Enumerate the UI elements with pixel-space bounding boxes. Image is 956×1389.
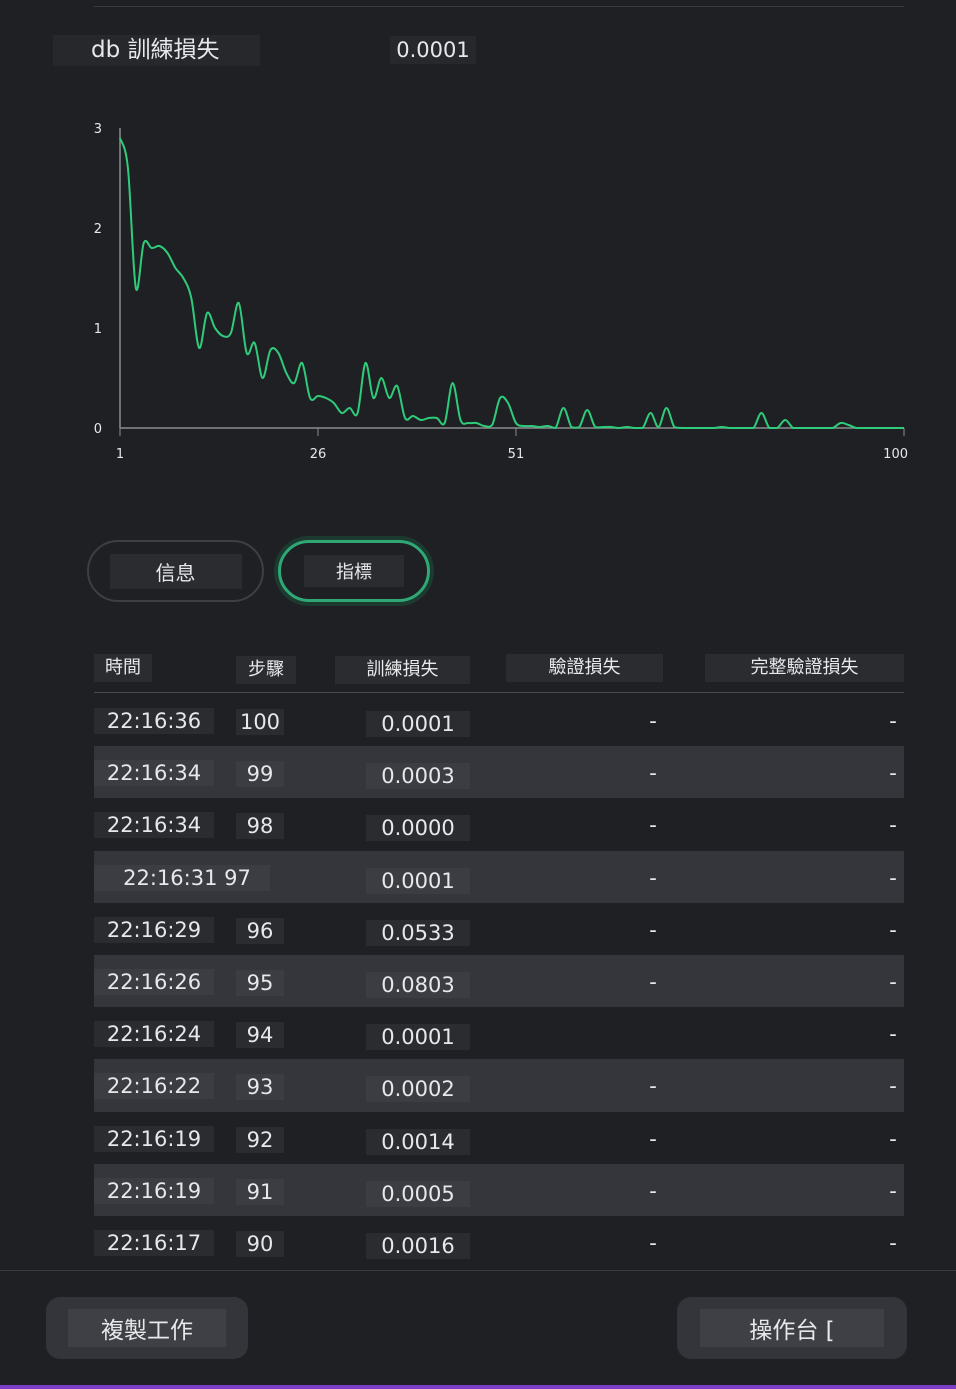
cell-full-val-loss: - (889, 969, 897, 994)
cell-val-loss (646, 1021, 660, 1047)
cell-time: 22:16:19 (94, 1177, 214, 1204)
cell-full-val-loss: - (889, 1074, 897, 1099)
cell-time: 22:16:26 (94, 968, 214, 995)
cell-train-loss: 0.0001 (366, 711, 470, 737)
top-divider (94, 6, 904, 7)
console-label: 操作台 [ (700, 1309, 884, 1347)
cell-step: 94 (236, 1022, 284, 1049)
cell-full-val-loss: - (889, 813, 897, 838)
cell-train-loss: 0.0001 (366, 867, 470, 894)
cell-train-loss: 0.0533 (366, 919, 470, 946)
cell-val-loss: - (649, 813, 657, 838)
cell-time: 22:16:34 (94, 812, 214, 839)
cell-full-val-loss: - (889, 1022, 897, 1047)
accent-bar (0, 1385, 956, 1389)
cell-train-loss: 0.0003 (366, 763, 470, 790)
cell-val-loss: - (649, 917, 657, 942)
cell-train-loss: 0.0000 (366, 815, 470, 842)
train-loss-chart: 01231 26 51 100 (94, 122, 908, 462)
tab-metrics[interactable]: 指標 (278, 540, 430, 602)
cell-step: 91 (236, 1178, 284, 1205)
copy-job-label: 複製工作 (68, 1309, 226, 1347)
x-tick-label: 51 (508, 447, 525, 462)
cell-train-loss: 0.0002 (366, 1076, 470, 1103)
table-row[interactable]: 22:16:36 100 0.0001 - - (94, 694, 904, 746)
cell-val-loss: - (649, 1178, 657, 1203)
cell-full-val-loss: - (889, 917, 897, 942)
copy-job-button[interactable]: 複製工作 (46, 1297, 248, 1359)
header-step[interactable]: 步驟 (236, 656, 296, 684)
cell-time: 22:16:17 (94, 1229, 214, 1256)
y-tick-label: 1 (94, 322, 102, 337)
chart-ticks: 01231 26 51 100 (94, 122, 908, 462)
tab-info[interactable]: 信息 (87, 540, 264, 602)
x-tick-label: 26 (310, 447, 327, 462)
cell-train-loss: 0.0016 (366, 1232, 470, 1259)
cell-time: 22:16:34 (94, 760, 214, 787)
cell-full-val-loss: - (889, 1178, 897, 1203)
metric-name: db 訓練損失 (53, 35, 260, 66)
cell-time: 22:16:22 (94, 1073, 214, 1100)
table-header: 時間 步驟 訓練損失 驗證損失 完整驗證損失 (94, 654, 904, 692)
cell-time: 22:16:36 (94, 708, 214, 734)
cell-full-val-loss: - (889, 1230, 897, 1255)
x-tick-label: 1 (116, 447, 124, 462)
cell-val-loss: - (649, 709, 657, 733)
cell-train-loss: 0.0014 (366, 1128, 470, 1155)
table-row[interactable]: 22:16:34 99 0.0003 - - (94, 746, 904, 799)
header-time[interactable]: 時間 (94, 654, 152, 682)
cell-step: 93 (236, 1074, 284, 1101)
table-row[interactable]: 22:16:26 95 0.0803 - - (94, 954, 904, 1008)
header-divider (94, 692, 904, 693)
cell-step: 99 (236, 761, 284, 788)
cell-step: 90 (236, 1230, 284, 1257)
cell-full-val-loss: - (889, 761, 897, 786)
cell-full-val-loss: - (889, 1126, 897, 1151)
cell-train-loss: 0.0803 (366, 971, 470, 998)
y-tick-label: 0 (94, 422, 102, 437)
x-tick-label: 100 (883, 447, 908, 462)
table-row[interactable]: 22:16:24 94 0.0001 - (94, 1007, 904, 1059)
tab-metrics-label: 指標 (304, 555, 404, 587)
cell-train-loss: 0.0001 (366, 1024, 470, 1051)
table-row[interactable]: 22:16:19 91 0.0005 - - (94, 1163, 904, 1216)
y-tick-label: 2 (94, 222, 102, 237)
header-train-loss[interactable]: 訓練損失 (335, 656, 470, 684)
cell-val-loss: - (649, 1126, 657, 1151)
footer-bar: 複製工作 操作台 [ (0, 1270, 956, 1389)
cell-time: 22:16:19 (94, 1125, 214, 1152)
console-button[interactable]: 操作台 [ (677, 1297, 907, 1359)
cell-step: 98 (236, 813, 284, 840)
cell-time: 22:16:29 (94, 916, 214, 943)
table-row[interactable]: 22:16:22 93 0.0002 - - (94, 1059, 904, 1112)
header-full-val-loss[interactable]: 完整驗證損失 (705, 654, 904, 682)
table-row[interactable]: 22:16:19 92 0.0014 - - (94, 1112, 904, 1164)
cell-full-val-loss: - (889, 865, 897, 890)
cell-val-loss: - (649, 865, 657, 890)
table-row[interactable]: 22:16:17 90 0.0016 - - (94, 1216, 904, 1268)
header-val-loss[interactable]: 驗證損失 (506, 654, 663, 682)
cell-val-loss: - (649, 1074, 657, 1099)
cell-time: 22:16:31 97 (94, 864, 270, 891)
tab-info-label: 信息 (109, 553, 242, 589)
table-row[interactable]: 22:16:29 96 0.0533 - - (94, 903, 904, 955)
cell-step: 96 (236, 917, 284, 944)
table-row[interactable]: 22:16:31 97 0.0001 - - (94, 850, 904, 903)
table-row[interactable]: 22:16:34 98 0.0000 - - (94, 798, 904, 850)
cell-val-loss: - (649, 1230, 657, 1255)
cell-time: 22:16:24 (94, 1021, 214, 1048)
cell-step: 92 (236, 1126, 284, 1153)
metric-value: 0.0001 (390, 36, 476, 64)
metrics-table-body: 22:16:36 100 0.0001- -22:16:34 99 0.0003- -22:… (94, 694, 904, 1268)
cell-val-loss: - (649, 969, 657, 994)
y-tick-label: 3 (94, 122, 102, 137)
chart-axes (119, 128, 904, 429)
cell-step: 100 (236, 709, 284, 735)
cell-val-loss: - (649, 761, 657, 786)
loss-series-line (119, 137, 904, 430)
cell-step: 95 (236, 969, 284, 996)
cell-train-loss: 0.0005 (366, 1180, 470, 1207)
cell-full-val-loss: - (889, 709, 897, 733)
